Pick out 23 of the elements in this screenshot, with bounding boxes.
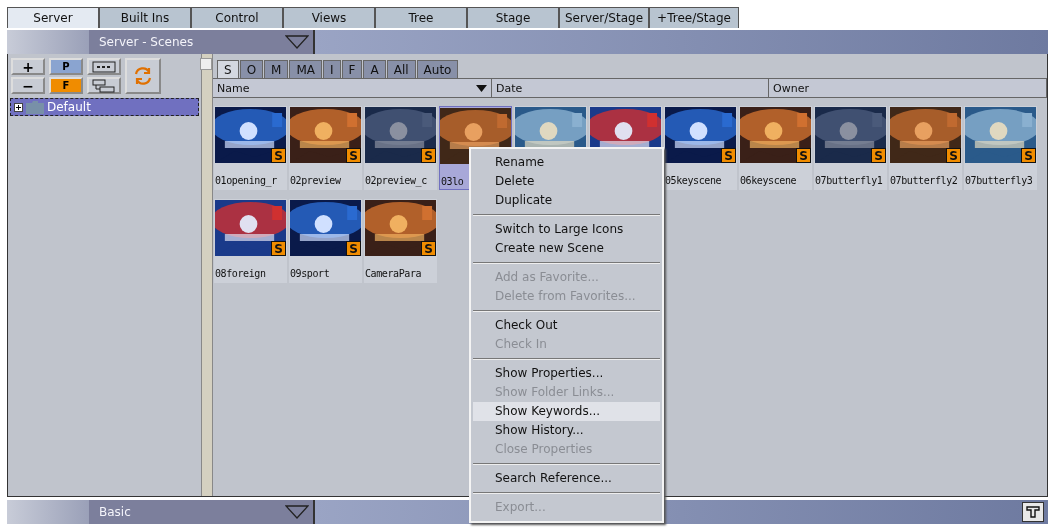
scene-name: 07butterfly1 (814, 175, 883, 186)
scene-name: 07butterfly3 (964, 175, 1033, 186)
scene-type-badge: S (346, 148, 361, 163)
scene-name: 08foreign (214, 268, 266, 279)
scene-type-badge: S (1021, 148, 1036, 163)
scene-type-badge: S (421, 241, 436, 256)
scene-type-badge: S (271, 241, 286, 256)
scene-name: 07butterfly2 (889, 175, 958, 186)
scene-type-badge: S (721, 148, 736, 163)
scene-type-badge: S (946, 148, 961, 163)
scene-name: 09sport (289, 268, 330, 279)
scene-type-badge: S (346, 241, 361, 256)
scene-type-badge: S (871, 148, 886, 163)
scene-name: 03lo (440, 176, 464, 187)
scene-name: 06keyscene (739, 175, 797, 186)
scene-name: 01opening_r (214, 175, 277, 186)
scene-type-badge: S (421, 148, 436, 163)
scene-type-badge: S (796, 148, 811, 163)
scene-name: 05keyscene (664, 175, 722, 186)
scene-name: 02preview_c (364, 175, 427, 186)
scene-name: CameraPara (364, 268, 422, 279)
scene-type-badge: S (271, 148, 286, 163)
scene-name: 02preview (289, 175, 341, 186)
